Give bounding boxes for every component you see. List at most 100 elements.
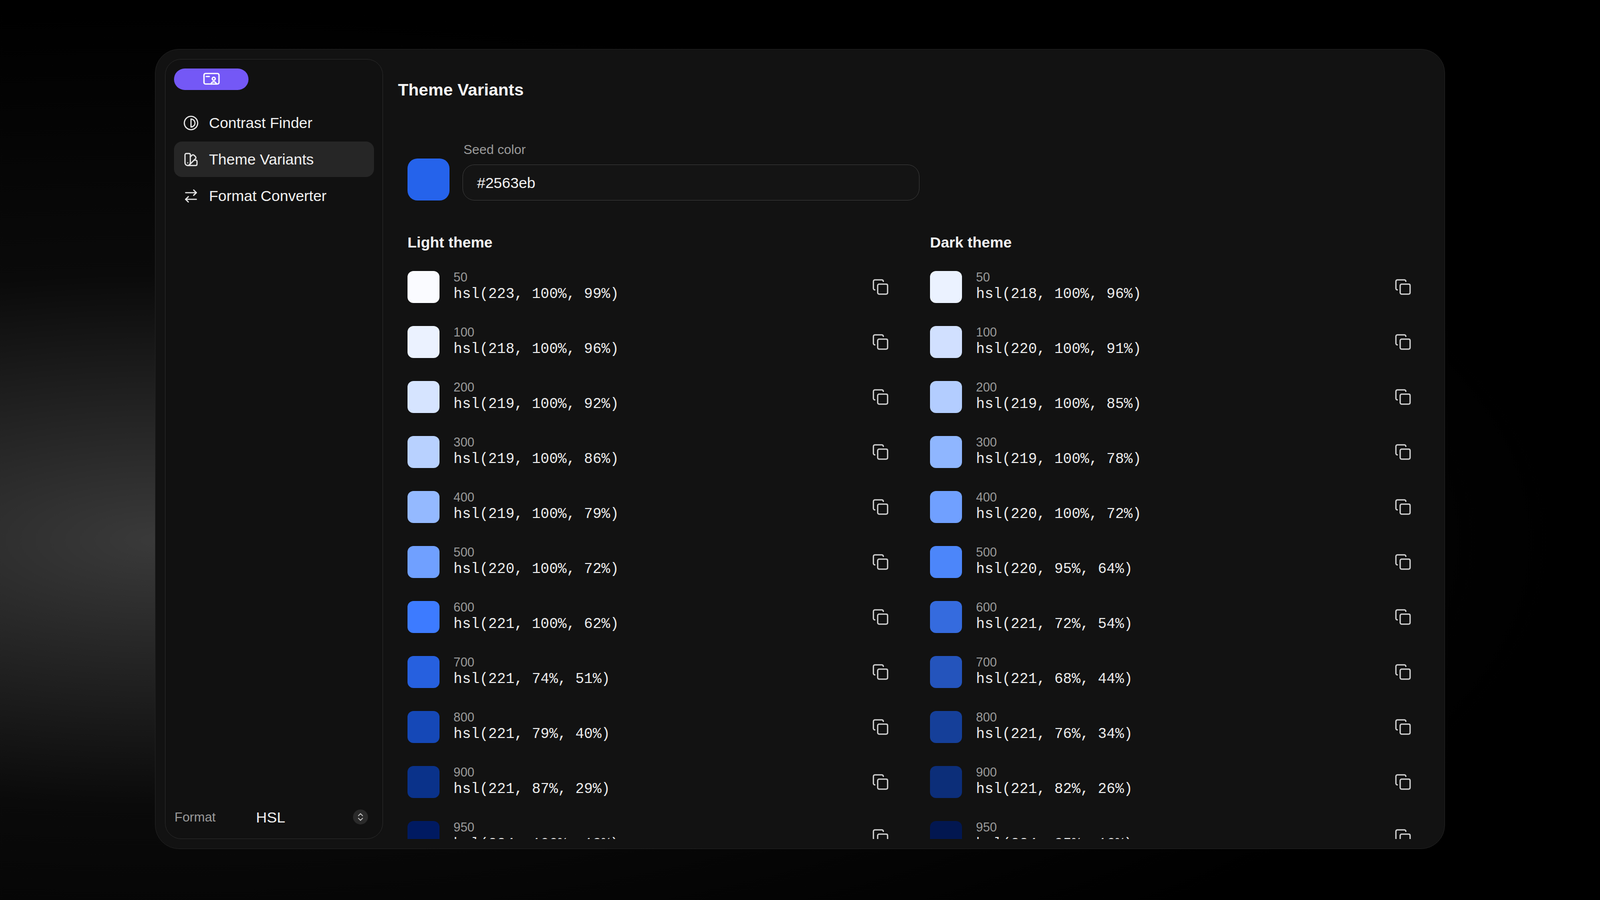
copy-button[interactable]	[1391, 385, 1415, 409]
sidebar-item-label: Format Converter	[209, 186, 327, 206]
copy-button[interactable]	[868, 550, 893, 574]
theme-column: Light theme50hsl(223, 100%, 99%)100hsl(2…	[407, 232, 893, 839]
shade-row: 300hsl(219, 100%, 86%)	[407, 424, 893, 480]
copy-button[interactable]	[1391, 825, 1415, 839]
format-select[interactable]: FormatHSL	[174, 804, 374, 830]
shade-value: hsl(219, 100%, 79%)	[453, 504, 855, 525]
shade-row: 100hsl(218, 100%, 96%)	[407, 314, 893, 370]
shade-row: 600hsl(221, 72%, 54%)	[930, 589, 1415, 645]
chevrons-up-down-icon	[355, 812, 366, 822]
shade-value: hsl(219, 100%, 92%)	[453, 394, 855, 415]
shade-swatch	[407, 326, 440, 358]
main-panel: Theme VariantsSeed color#2563ebLight the…	[383, 59, 1435, 839]
seed-input[interactable]: #2563eb	[462, 164, 920, 201]
copy-button[interactable]	[868, 385, 893, 409]
copy-icon	[1394, 773, 1412, 791]
copy-button[interactable]	[1391, 275, 1415, 299]
sidebar-item[interactable]: Contrast Finder	[174, 105, 374, 141]
copy-button[interactable]	[868, 715, 893, 739]
copy-icon	[1394, 443, 1412, 461]
copy-button[interactable]	[1391, 495, 1415, 519]
shade-value: hsl(218, 100%, 96%)	[976, 284, 1377, 305]
shade-swatch	[930, 491, 962, 523]
shade-row: 400hsl(219, 100%, 79%)	[407, 479, 893, 535]
theme-title: Light theme	[407, 232, 893, 253]
copy-button[interactable]	[1391, 660, 1415, 684]
shade-row: 800hsl(221, 79%, 40%)	[407, 699, 893, 755]
shade-swatch	[407, 271, 440, 303]
app-window: Contrast Finder Theme Variants Format Conv…	[155, 49, 1445, 849]
format-value: HSL	[256, 806, 353, 829]
sidebar-item-label: Contrast Finder	[209, 113, 313, 133]
shade-step: 500	[976, 544, 1377, 560]
shade-step: 950	[453, 819, 855, 835]
shade-swatch	[407, 656, 440, 688]
copy-button[interactable]	[868, 605, 893, 629]
shade-swatch	[930, 436, 962, 468]
copy-icon	[872, 333, 889, 351]
shade-step: 900	[453, 764, 855, 780]
shade-value: hsl(221, 74%, 51%)	[453, 669, 855, 690]
shade-swatch	[930, 326, 962, 358]
shade-step: 200	[453, 379, 855, 395]
shade-swatch	[930, 271, 962, 303]
shade-step: 600	[453, 599, 855, 615]
copy-button[interactable]	[868, 440, 893, 464]
shade-swatch	[930, 381, 962, 413]
shade-row: 50hsl(223, 100%, 99%)	[407, 259, 893, 315]
shade-swatch	[407, 766, 440, 798]
copy-button[interactable]	[1391, 715, 1415, 739]
shade-row: 900hsl(221, 82%, 26%)	[930, 754, 1415, 810]
shade-swatch	[930, 601, 962, 633]
copy-button[interactable]	[868, 770, 893, 794]
shade-swatch	[407, 491, 440, 523]
shade-swatch	[407, 711, 440, 743]
shade-step: 500	[453, 544, 855, 560]
copy-button[interactable]	[1391, 550, 1415, 574]
copy-icon	[872, 828, 889, 839]
shade-value: hsl(223, 100%, 99%)	[453, 284, 855, 305]
copy-button[interactable]	[868, 660, 893, 684]
copy-icon	[1394, 608, 1412, 626]
shade-step: 100	[453, 324, 855, 340]
copy-button[interactable]	[1391, 440, 1415, 464]
shade-row: 500hsl(220, 100%, 72%)	[407, 534, 893, 590]
shade-value: hsl(220, 100%, 72%)	[453, 559, 855, 580]
shade-row: 950hsl(224, 100%, 19%)	[407, 809, 893, 839]
seed-swatch[interactable]	[407, 158, 450, 201]
copy-button[interactable]	[868, 275, 893, 299]
shade-swatch	[930, 766, 962, 798]
sidebar-item[interactable]: Format Converter	[174, 178, 374, 214]
copy-icon	[1394, 388, 1412, 406]
shade-step: 800	[976, 709, 1377, 725]
shade-step: 400	[453, 489, 855, 505]
copy-button[interactable]	[868, 330, 893, 354]
copy-icon	[1394, 553, 1412, 571]
shade-row: 200hsl(219, 100%, 85%)	[930, 369, 1415, 425]
contrast-icon	[183, 115, 199, 131]
shade-step: 600	[976, 599, 1377, 615]
sidebar-nav: Contrast Finder Theme Variants Format Conv…	[174, 105, 374, 214]
seed-label: Seed color	[462, 140, 920, 159]
shade-step: 200	[976, 379, 1377, 395]
shade-value: hsl(220, 100%, 91%)	[976, 339, 1377, 360]
copy-icon	[1394, 278, 1412, 296]
shade-step: 50	[976, 269, 1377, 285]
shade-row: 900hsl(221, 87%, 29%)	[407, 754, 893, 810]
shade-value: hsl(221, 79%, 40%)	[453, 724, 855, 745]
copy-button[interactable]	[868, 825, 893, 839]
format-label: Format	[174, 807, 256, 827]
shade-value: hsl(221, 68%, 44%)	[976, 669, 1377, 690]
shade-step: 300	[453, 434, 855, 450]
shade-step: 700	[976, 654, 1377, 670]
copy-button[interactable]	[1391, 330, 1415, 354]
sidebar-item[interactable]: Theme Variants	[174, 141, 374, 177]
logo-button[interactable]	[174, 68, 249, 90]
copy-icon	[1394, 663, 1412, 681]
copy-button[interactable]	[1391, 770, 1415, 794]
shade-value: hsl(219, 100%, 85%)	[976, 394, 1377, 415]
copy-button[interactable]	[868, 495, 893, 519]
swatch-book-icon	[183, 151, 199, 168]
copy-button[interactable]	[1391, 605, 1415, 629]
copy-icon	[872, 773, 889, 791]
